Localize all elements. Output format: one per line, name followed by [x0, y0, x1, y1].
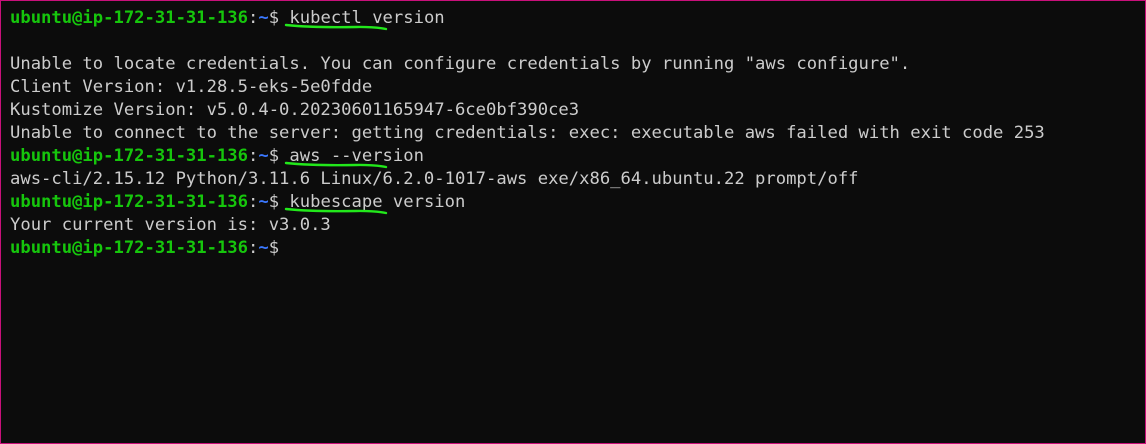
prompt-separator: :	[248, 192, 259, 212]
prompt-symbol: $	[268, 8, 290, 28]
command-text: aws --version	[289, 146, 424, 166]
prompt-separator: :	[248, 146, 259, 166]
prompt-symbol: $	[268, 146, 290, 166]
prompt-separator: :	[248, 8, 259, 28]
prompt-line: ubuntu@ip-172-31-31-136:~$ aws --version	[10, 145, 1136, 168]
output-line: Unable to locate credentials. You can co…	[10, 54, 911, 74]
prompt-line: ubuntu@ip-172-31-31-136:~$ kubescape ver…	[10, 191, 1136, 214]
prompt-user-host: ubuntu@ip-172-31-31-136	[10, 192, 248, 212]
output-line: Kustomize Version: v5.0.4-0.202306011659…	[10, 100, 580, 120]
prompt-user-host: ubuntu@ip-172-31-31-136	[10, 146, 248, 166]
output-line: Unable to connect to the server: getting…	[10, 123, 1045, 143]
prompt-symbol: $	[268, 192, 290, 212]
prompt-separator: :	[248, 238, 259, 258]
annotation-underline	[286, 22, 386, 30]
prompt-path: ~	[258, 146, 269, 166]
output-line: Client Version: v1.28.5-eks-5e0fdde	[10, 77, 373, 97]
prompt-path: ~	[258, 238, 269, 258]
command-text: kubescape version	[289, 192, 465, 212]
terminal-window[interactable]: ubuntu@ip-172-31-31-136:~$ kubectl versi…	[0, 0, 1146, 444]
command-text: kubectl version	[286, 8, 445, 30]
prompt-user-host: ubuntu@ip-172-31-31-136	[10, 238, 248, 258]
prompt-symbol: $	[268, 238, 290, 258]
annotation-underline	[286, 160, 386, 168]
annotation-underline	[286, 206, 386, 214]
output-line: aws-cli/2.15.12 Python/3.11.6 Linux/6.2.…	[10, 169, 859, 189]
prompt-line: ubuntu@ip-172-31-31-136:~$	[10, 237, 1136, 260]
output-line: Your current version is: v3.0.3	[10, 215, 331, 235]
prompt-path: ~	[258, 8, 269, 28]
prompt-line: ubuntu@ip-172-31-31-136:~$ kubectl versi…	[10, 7, 1136, 30]
prompt-user-host: ubuntu@ip-172-31-31-136	[10, 8, 248, 28]
terminal-output[interactable]: ubuntu@ip-172-31-31-136:~$ kubectl versi…	[10, 7, 1136, 260]
prompt-path: ~	[258, 192, 269, 212]
